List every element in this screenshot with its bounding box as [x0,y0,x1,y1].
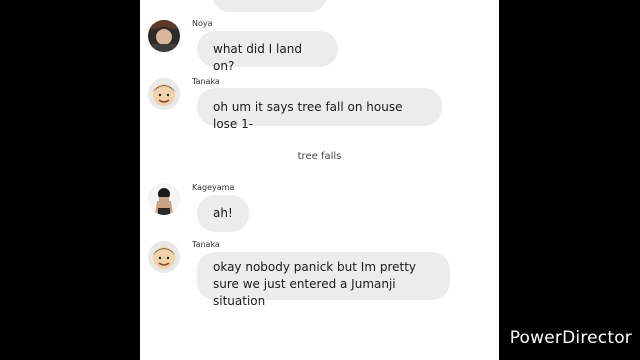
system-message: tree falls [297,151,342,162]
tanaka-avatar-image [148,241,180,273]
noya-avatar[interactable] [148,20,180,52]
message-bubble: what did I land on? [197,31,338,73]
tanaka-avatar[interactable] [148,78,180,110]
kageyama-avatar-image [148,183,180,215]
message-bubble: ah! [197,195,249,232]
message-sender: Noya [192,19,213,28]
message-sender: Kageyama [192,183,235,192]
tanaka-avatar-image [148,78,180,110]
watermark-text: PowerDirector [509,328,632,348]
chat-screen: Noya what did I land on? Tanaka oh um it… [140,0,499,360]
message-sender: Tanaka [192,77,220,86]
previous-message-bubble [212,0,327,12]
noya-avatar-image [148,20,180,52]
message-sender: Tanaka [192,240,220,249]
tanaka-avatar[interactable] [148,241,180,273]
kageyama-avatar[interactable] [148,183,180,215]
message-bubble: okay nobody panick but Im pretty sure we… [197,252,450,308]
message-bubble: oh um it says tree fall on house lose 1- [197,88,442,131]
